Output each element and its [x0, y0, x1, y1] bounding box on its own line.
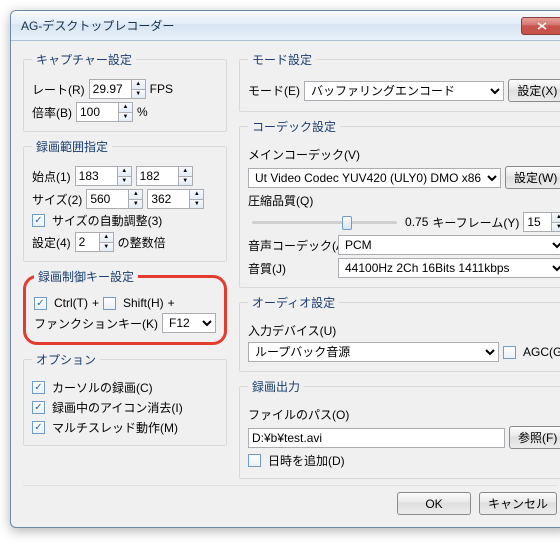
- audioquality-label: 音質(J): [248, 260, 334, 277]
- size-w-spinner[interactable]: ▲▼: [86, 189, 143, 209]
- titlebar: AG-デスクトップレコーダー: [11, 11, 560, 41]
- window-title: AG-デスクトップレコーダー: [21, 17, 521, 34]
- audio-legend: オーディオ設定: [248, 294, 339, 311]
- mode-label: モード(E): [248, 82, 300, 99]
- rate-spinner[interactable]: ▲▼: [89, 79, 146, 99]
- output-group: 録画出力 ファイルのパス(O) 参照(F) 日時を追加(D): [239, 378, 560, 479]
- mode-legend: モード設定: [248, 51, 316, 68]
- device-select[interactable]: ループバック音源: [248, 342, 499, 362]
- path-label: ファイルのパス(O): [248, 406, 349, 423]
- range-legend: 録画範囲指定: [32, 138, 112, 155]
- codec-group: コーデック設定 メインコーデック(V) Ut Video Codec YUV42…: [239, 118, 560, 288]
- size-label: サイズ(2): [32, 191, 82, 208]
- datetime-label: 日時を追加(D): [268, 452, 345, 469]
- multithread-checkbox[interactable]: ✓: [32, 421, 45, 434]
- output-legend: 録画出力: [248, 378, 304, 395]
- ok-button[interactable]: OK: [397, 492, 471, 515]
- mode-settings-button[interactable]: 設定(X): [508, 79, 560, 102]
- range-group: 録画範囲指定 始点(1) ▲▼ ▲▼ サイズ(2) ▲▼ ▲▼ ✓ サイズの自動…: [23, 138, 227, 262]
- rate-label: レート(R): [32, 81, 85, 98]
- cursor-label: カーソルの録画(C): [52, 379, 153, 396]
- size-h-spinner[interactable]: ▲▼: [147, 189, 204, 209]
- agc-label: AGC(G): [523, 345, 560, 359]
- mult-label1: 設定(4): [32, 234, 71, 251]
- quality-value: 0.75: [405, 215, 428, 229]
- options-legend: オプション: [32, 351, 100, 368]
- ctrl-label: Ctrl(T): [54, 296, 88, 310]
- maincodec-select[interactable]: Ut Video Codec YUV420 (ULY0) DMO x86: [248, 168, 501, 188]
- mode-select[interactable]: バッファリングエンコード: [304, 81, 504, 101]
- mode-group: モード設定 モード(E) バッファリングエンコード 設定(X): [239, 51, 560, 112]
- autosize-label: サイズの自動調整(3): [52, 212, 162, 229]
- rate-unit: FPS: [150, 82, 173, 96]
- quality-slider[interactable]: [252, 221, 397, 224]
- quality-label: 圧縮品質(Q): [248, 192, 313, 209]
- keyframe-spinner[interactable]: ▲▼: [523, 212, 560, 232]
- audiocodec-label: 音声コーデック(A): [248, 237, 334, 254]
- multithread-label: マルチスレッド動作(M): [52, 419, 178, 436]
- autosize-checkbox[interactable]: ✓: [32, 214, 45, 227]
- options-group: オプション ✓ カーソルの録画(C) ✓ 録画中のアイコン消去(I) ✓ マルチスレッ…: [23, 351, 227, 446]
- scale-input[interactable]: [76, 102, 118, 122]
- start-x-spinner[interactable]: ▲▼: [75, 166, 132, 186]
- codec-settings-button[interactable]: 設定(W): [505, 166, 560, 189]
- cursor-checkbox[interactable]: ✓: [32, 381, 45, 394]
- keyframe-label: キーフレーム(Y): [432, 214, 519, 231]
- shift-label: Shift(H): [123, 296, 164, 310]
- maincodec-label: メインコーデック(V): [248, 146, 360, 163]
- hotkey-group: 録画制御キー設定 ✓ Ctrl(T) + Shift(H) + ファンクションキ…: [23, 268, 227, 345]
- scale-unit: %: [137, 105, 148, 119]
- codec-legend: コーデック設定: [248, 118, 340, 135]
- rate-input[interactable]: [89, 79, 131, 99]
- datetime-checkbox[interactable]: [248, 454, 261, 467]
- path-input[interactable]: [248, 428, 505, 448]
- shift-checkbox[interactable]: [103, 297, 116, 310]
- cancel-button[interactable]: キャンセル: [479, 492, 557, 515]
- scale-spinner[interactable]: ▲▼: [76, 102, 133, 122]
- start-label: 始点(1): [32, 168, 71, 185]
- audio-group: オーディオ設定 入力デバイス(U) ループバック音源 AGC(G): [239, 294, 560, 372]
- spin-up-icon[interactable]: ▲: [132, 80, 145, 90]
- capture-group: キャプチャー設定 レート(R) ▲▼ FPS 倍率(B) ▲▼ %: [23, 51, 227, 132]
- mult-spinner[interactable]: ▲▼: [75, 232, 114, 252]
- close-button[interactable]: [521, 17, 560, 35]
- hotkey-legend: 録画制御キー設定: [34, 268, 138, 285]
- spin-down-icon[interactable]: ▼: [132, 90, 145, 99]
- ctrl-checkbox[interactable]: ✓: [34, 297, 47, 310]
- fnkey-label: ファンクションキー(K): [34, 315, 158, 332]
- start-y-spinner[interactable]: ▲▼: [136, 166, 193, 186]
- fnkey-select[interactable]: F12: [162, 313, 216, 333]
- hideicon-label: 録画中のアイコン消去(I): [52, 399, 183, 416]
- device-label: 入力デバイス(U): [248, 322, 336, 339]
- audioquality-select[interactable]: 44100Hz 2Ch 16Bits 1411kbps: [338, 258, 560, 278]
- capture-legend: キャプチャー設定: [32, 51, 136, 68]
- scale-label: 倍率(B): [32, 104, 72, 121]
- browse-button[interactable]: 参照(F): [509, 426, 560, 449]
- agc-checkbox[interactable]: [503, 346, 516, 359]
- mult-label2: の整数倍: [118, 234, 166, 251]
- hideicon-checkbox[interactable]: ✓: [32, 401, 45, 414]
- audiocodec-select[interactable]: PCM: [338, 235, 560, 255]
- dialog-window: AG-デスクトップレコーダー キャプチャー設定 レート(R) ▲▼ FPS 倍率…: [10, 10, 560, 528]
- dialog-footer: OK キャンセル: [23, 485, 557, 515]
